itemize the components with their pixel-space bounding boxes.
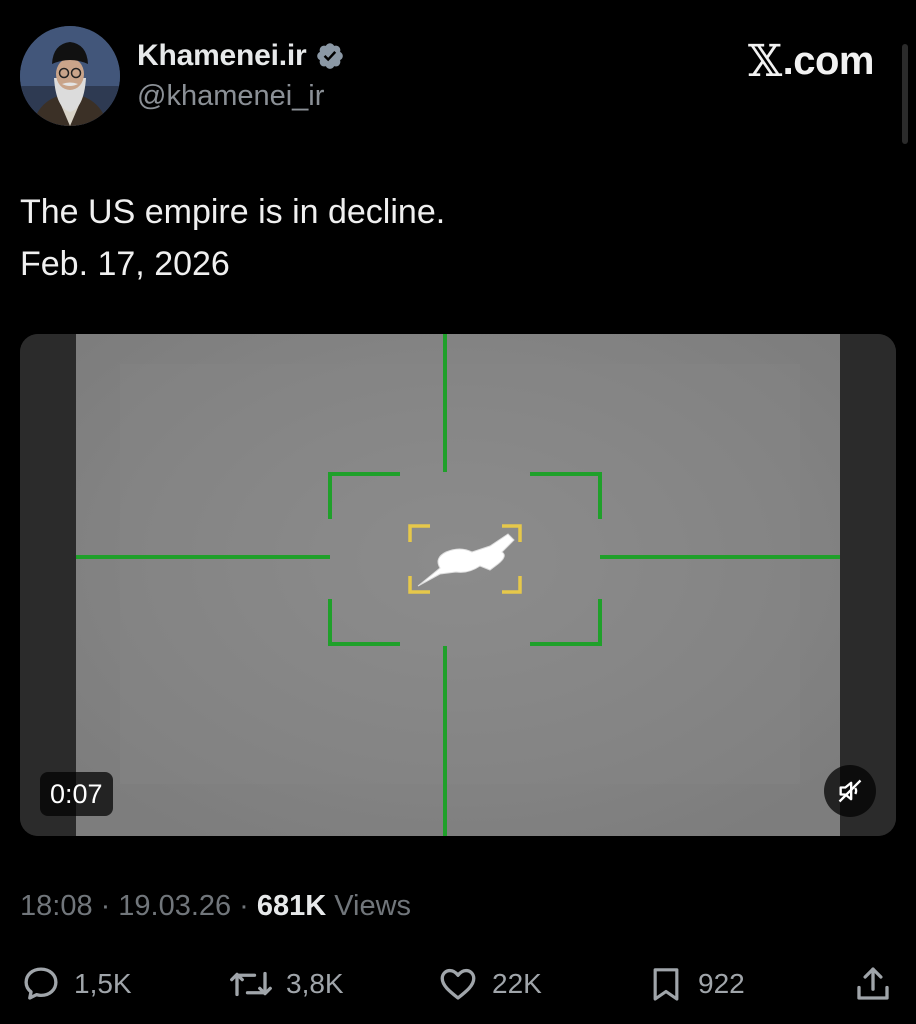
display-name[interactable]: Khamenei.ir: [137, 39, 307, 73]
heart-icon: [440, 968, 476, 1000]
reply-button[interactable]: 1,5K: [20, 956, 132, 1012]
tweet-card: Khamenei.ir @khamenei_ir 𝕏 .com The US em…: [0, 0, 916, 1024]
video-duration-badge: 0:07: [40, 772, 113, 816]
x-brand-logo: 𝕏 .com: [748, 36, 875, 87]
x-logo-icon: 𝕏: [748, 36, 782, 87]
views-label: Views: [334, 890, 412, 922]
bookmark-button[interactable]: 922: [646, 956, 745, 1012]
tweet-text-line-2: Feb. 17, 2026: [20, 245, 230, 283]
name-row: Khamenei.ir: [137, 38, 345, 74]
verified-badge-icon: [316, 43, 343, 69]
tweet-text: The US empire is in decline. Feb. 17, 20…: [20, 186, 445, 290]
action-bar: 1,5K 3,8K 22K 922: [0, 956, 916, 1012]
meta-separator: ·: [100, 890, 111, 922]
mute-toggle-button[interactable]: [824, 765, 876, 817]
share-button[interactable]: [852, 956, 894, 1012]
share-icon: [857, 967, 889, 1000]
meta-separator: ·: [239, 890, 249, 922]
repost-count: 3,8K: [286, 968, 344, 999]
reply-count: 1,5K: [74, 968, 132, 999]
video-frame: [20, 334, 896, 836]
reply-icon: [24, 967, 58, 1000]
brand-suffix: .com: [782, 39, 875, 83]
author-info: Khamenei.ir @khamenei_ir: [137, 38, 345, 113]
like-count: 22K: [492, 968, 542, 999]
video-player[interactable]: 0:07: [20, 334, 896, 836]
handle[interactable]: @khamenei_ir: [137, 80, 345, 113]
repost-icon: [230, 971, 272, 997]
avatar-image: [20, 26, 120, 126]
tweet-meta: 18:08 · 19.03.26 · 681K Views: [20, 890, 411, 923]
like-button[interactable]: 22K: [436, 956, 542, 1012]
bookmark-icon: [653, 968, 679, 1001]
scrollbar[interactable]: [902, 44, 908, 144]
bookmark-count: 922: [698, 968, 745, 999]
views-count: 681K: [256, 890, 327, 922]
tweet-text-line-1: The US empire is in decline.: [20, 193, 446, 231]
post-date[interactable]: 19.03.26: [118, 890, 231, 923]
post-time[interactable]: 18:08: [20, 890, 93, 923]
avatar[interactable]: [20, 26, 120, 126]
repost-button[interactable]: 3,8K: [228, 956, 344, 1012]
speaker-muted-icon: [838, 779, 862, 803]
